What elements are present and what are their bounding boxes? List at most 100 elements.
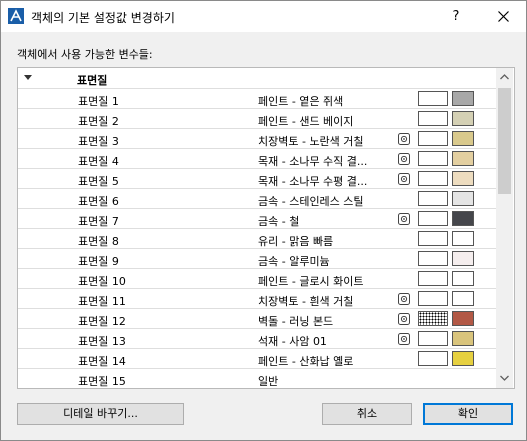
color-swatch[interactable] — [452, 111, 474, 126]
surface-material[interactable]: 목재 - 소나무 수평 결... — [258, 173, 404, 189]
surface-name: 표면질 4 — [78, 155, 119, 168]
change-details-button[interactable]: 디테일 바꾸기... — [17, 403, 184, 425]
help-button[interactable]: ? — [441, 1, 471, 32]
surface-row[interactable]: 표면질 8 유리 - 맑음 빠름 — [18, 228, 496, 248]
ok-button[interactable]: 확인 — [423, 403, 513, 425]
material-swatch[interactable] — [418, 131, 448, 146]
surface-name: 표면질 7 — [78, 215, 119, 228]
color-swatch[interactable] — [452, 291, 474, 306]
scroll-down-arrow-icon[interactable] — [500, 375, 509, 381]
color-swatch[interactable] — [452, 211, 474, 226]
surface-row[interactable]: 표면질 1 페인트 - 옅은 쥐색 — [18, 88, 496, 108]
surface-material[interactable]: 금속 - 알루미늄 — [258, 253, 404, 269]
surface-name: 표면질 5 — [78, 175, 119, 188]
surface-name: 표면질 6 — [78, 195, 119, 208]
color-swatch[interactable] — [452, 331, 474, 346]
surface-material[interactable]: 벽돌 - 러닝 본드 — [258, 313, 404, 329]
surface-rows: 표면질 1 페인트 - 옅은 쥐색표면질 2 페인트 - 샌드 베이지표면질 3 치장… — [18, 88, 496, 388]
texture-icon — [398, 313, 410, 325]
scroll-up-arrow-icon[interactable] — [500, 74, 509, 80]
close-button[interactable] — [489, 1, 519, 32]
surface-name: 표면질 13 — [78, 335, 126, 348]
surface-name: 표면질 12 — [78, 315, 126, 328]
dialog-title: 객체의 기본 설정값 변경하기 — [31, 11, 175, 25]
archicad-app-icon — [8, 8, 24, 24]
surface-material[interactable]: 석재 - 사암 01 — [258, 333, 404, 349]
texture-icon — [398, 153, 410, 165]
color-swatch[interactable] — [452, 131, 474, 146]
texture-icon — [398, 173, 410, 185]
surface-row[interactable]: 표면질 5 목재 - 소나무 수평 결... — [18, 168, 496, 188]
surface-row[interactable]: 표면질 7 금속 - 철 — [18, 208, 496, 228]
surface-name: 표면질 11 — [78, 295, 126, 308]
color-swatch[interactable] — [452, 231, 474, 246]
cancel-button[interactable]: 취소 — [322, 403, 412, 425]
material-swatch[interactable] — [418, 171, 448, 186]
material-swatch[interactable] — [418, 331, 448, 346]
scrollbar-thumb[interactable] — [498, 88, 511, 194]
title-bar: 객체의 기본 설정값 변경하기 ? — [1, 1, 526, 32]
surface-name: 표면질 10 — [78, 275, 126, 288]
color-swatch[interactable] — [452, 91, 474, 106]
surface-row[interactable]: 표면질 6 금속 - 스테인레스 스틸 — [18, 188, 496, 208]
surface-material[interactable]: 유리 - 맑음 빠름 — [258, 233, 404, 249]
surface-name: 표면질 8 — [78, 235, 119, 248]
surface-name: 표면질 2 — [78, 115, 119, 128]
color-swatch[interactable] — [452, 171, 474, 186]
material-swatch[interactable] — [418, 311, 448, 326]
material-swatch[interactable] — [418, 271, 448, 286]
material-swatch[interactable] — [418, 211, 448, 226]
surface-row[interactable]: 표면질 15 일반 — [18, 368, 496, 388]
surface-material[interactable]: 페인트 - 샌드 베이지 — [258, 113, 404, 129]
surface-row[interactable]: 표면질 3 치장벽토 - 노란색 거칠 — [18, 128, 496, 148]
surface-material[interactable]: 금속 - 스테인레스 스틸 — [258, 193, 404, 209]
surface-row[interactable]: 표면질 12 벽돌 - 러닝 본드 — [18, 308, 496, 328]
surface-material[interactable]: 치장벽토 - 흰색 거칠 — [258, 293, 404, 309]
material-swatch[interactable] — [418, 251, 448, 266]
color-swatch[interactable] — [452, 271, 474, 286]
surface-name: 표면질 15 — [78, 375, 126, 388]
surface-material[interactable]: 목재 - 소나무 수직 결... — [258, 153, 404, 169]
list-header-surface[interactable]: 표면질 — [18, 68, 496, 88]
surface-row[interactable]: 표면질 13 석재 - 사암 01 — [18, 328, 496, 348]
color-swatch[interactable] — [452, 191, 474, 206]
surface-material[interactable]: 페인트 - 옅은 쥐색 — [258, 93, 404, 109]
surface-material[interactable]: 치장벽토 - 노란색 거칠 — [258, 133, 404, 149]
surface-name: 표면질 3 — [78, 135, 119, 148]
surface-row[interactable]: 표면질 11 치장벽토 - 흰색 거칠 — [18, 288, 496, 308]
surface-material[interactable]: 일반 — [258, 373, 404, 388]
color-swatch[interactable] — [452, 311, 474, 326]
surface-name: 표면질 9 — [78, 255, 119, 268]
vertical-scrollbar[interactable] — [496, 68, 513, 388]
surface-material[interactable]: 금속 - 철 — [258, 213, 404, 229]
material-swatch[interactable] — [418, 351, 448, 366]
parameter-list: 표면질 표면질 1 페인트 - 옅은 쥐색 표면질 2 페인트 - 샌드 베이지 표면질… — [17, 67, 515, 389]
material-swatch[interactable] — [418, 191, 448, 206]
surface-row[interactable]: 표면질 10 페인트 - 글로시 화이트 — [18, 268, 496, 288]
surface-row[interactable]: 표면질 9 금속 - 알루미늄 — [18, 248, 496, 268]
material-swatch[interactable] — [418, 151, 448, 166]
surface-material[interactable]: 페인트 - 글로시 화이트 — [258, 273, 404, 289]
surface-name: 표면질 14 — [78, 355, 126, 368]
surface-material[interactable]: 페인트 - 산화납 옐로 — [258, 353, 404, 369]
variables-label: 객체에서 사용 가능한 변수들: — [17, 48, 153, 61]
surface-row[interactable]: 표면질 4 목재 - 소나무 수직 결... — [18, 148, 496, 168]
texture-icon — [398, 213, 410, 225]
texture-icon — [398, 133, 410, 145]
dialog-window: 객체의 기본 설정값 변경하기 ? 객체에서 사용 가능한 변수들: 표면질 표… — [0, 0, 527, 441]
list-header-label: 표면질 — [77, 74, 108, 87]
color-swatch[interactable] — [452, 351, 474, 366]
texture-icon — [398, 333, 410, 345]
surface-row[interactable]: 표면질 2 페인트 - 샌드 베이지 — [18, 108, 496, 128]
collapse-arrow-icon[interactable] — [24, 75, 32, 81]
surface-row[interactable]: 표면질 14 페인트 - 산화납 옐로 — [18, 348, 496, 368]
color-swatch[interactable] — [452, 151, 474, 166]
texture-icon — [398, 293, 410, 305]
close-icon — [498, 11, 509, 22]
material-swatch[interactable] — [418, 231, 448, 246]
material-swatch[interactable] — [418, 91, 448, 106]
material-swatch[interactable] — [418, 111, 448, 126]
material-swatch[interactable] — [418, 291, 448, 306]
surface-name: 표면질 1 — [78, 95, 119, 108]
color-swatch[interactable] — [452, 251, 474, 266]
